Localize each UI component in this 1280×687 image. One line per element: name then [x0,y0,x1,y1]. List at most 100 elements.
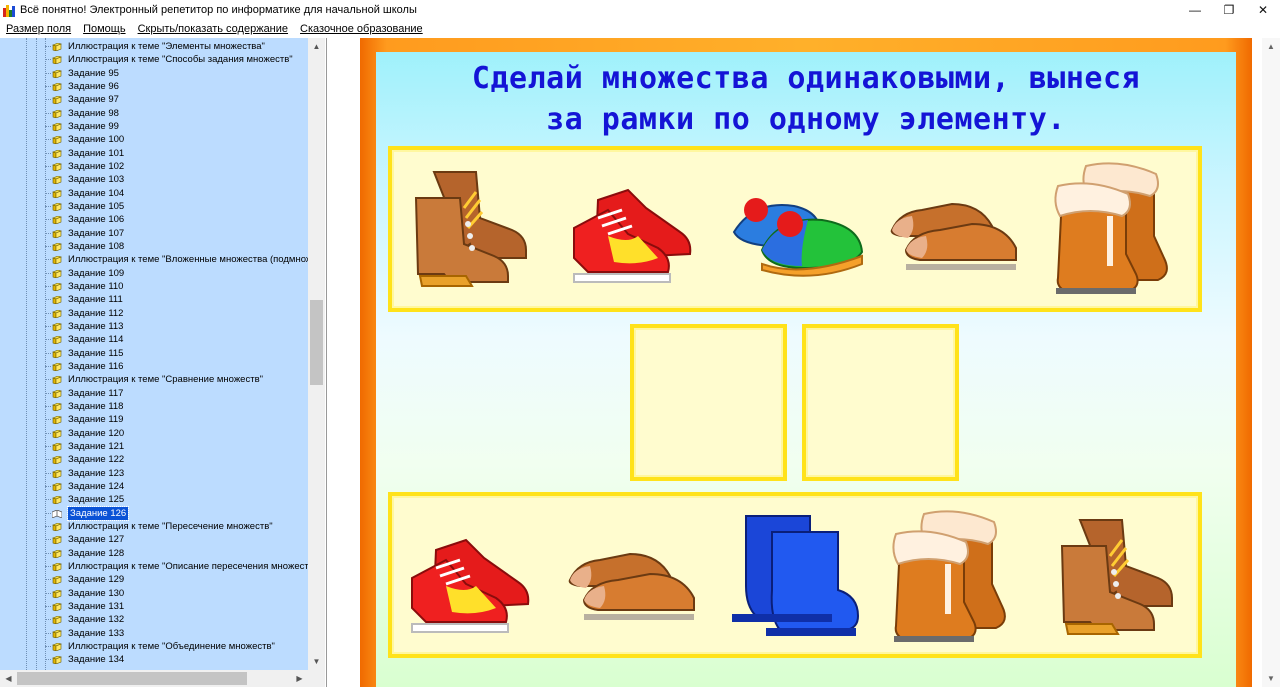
tree-item[interactable]: Задание 96 [52,80,119,93]
tree-item[interactable]: Задание 126 [52,506,130,521]
tree-vertical-scrollbar[interactable]: ▲ ▼ [308,38,325,670]
tree-item[interactable]: Задание 99 [52,120,119,133]
tree-item[interactable]: Иллюстрация к теме "Элементы множества" [52,40,265,53]
tree-item[interactable]: Задание 130 [52,587,124,600]
book-icon [52,82,62,91]
tree-item[interactable]: Задание 127 [52,533,124,546]
menu-help[interactable]: Помощь [77,23,132,35]
tree-item[interactable]: Задание 100 [52,133,124,146]
drop-slot-1[interactable] [630,324,787,481]
scroll-up-arrow-icon[interactable]: ▲ [308,38,325,55]
menu-field-size[interactable]: Размер поля [0,23,77,35]
sneakers-icon[interactable] [568,178,703,288]
tree-item[interactable]: Иллюстрация к теме "Описание пересечения… [52,560,308,573]
sneakers-icon[interactable] [406,528,541,638]
shoes-icon[interactable] [564,530,704,635]
tree-item[interactable]: Задание 110 [52,280,123,293]
tree-item[interactable]: Задание 116 [52,360,123,373]
tree-item[interactable]: Задание 101 [52,147,124,160]
scroll-down-arrow-icon[interactable]: ▼ [308,653,325,670]
tree-item[interactable]: Задание 108 [52,240,124,253]
tree-branch-line [45,366,51,367]
menu-fairy-education[interactable]: Сказочное образование [294,23,429,35]
tree-item[interactable]: Задание 102 [52,160,124,173]
tree-item[interactable]: Задание 114 [52,333,123,346]
tree-item[interactable]: Задание 131 [52,600,124,613]
tree-item[interactable]: Задание 134 [52,653,124,666]
task-title: Сделай множества одинаковыми, вынеся за … [376,58,1236,140]
tree-item[interactable]: Задание 115 [52,347,123,360]
tree-item[interactable]: Задание 123 [52,467,124,480]
tree-item[interactable]: Иллюстрация к теме "Вложенные множества … [52,253,308,266]
tree-item-label: Иллюстрация к теме "Пересечение множеств… [68,521,273,532]
tree-item[interactable]: Задание 103 [52,173,124,186]
tree-item[interactable]: Иллюстрация к теме "Сравнение множеств" [52,373,263,386]
tree-item[interactable]: Задание 119 [52,413,123,426]
tree-item[interactable]: Задание 106 [52,213,124,226]
tree-item[interactable]: Задание 95 [52,67,119,80]
tree-item[interactable]: Задание 107 [52,227,124,240]
tree-scroll-thumb[interactable] [310,300,323,385]
scroll-right-arrow-icon[interactable]: ▶ [291,670,308,687]
tree-item[interactable]: Иллюстрация к теме "Способы задания множ… [52,53,293,66]
scroll-left-arrow-icon[interactable]: ◀ [0,670,17,687]
book-icon [52,55,62,64]
tree-item-label: Задание 119 [68,414,124,425]
boots-icon[interactable] [1054,512,1184,642]
content-scroll-up-icon[interactable]: ▲ [1262,38,1280,55]
tree-branch-line [45,86,51,87]
book-icon [52,442,62,451]
tree-item[interactable]: Задание 104 [52,187,124,200]
tree-item[interactable]: Задание 117 [52,387,123,400]
tree-item[interactable]: Иллюстрация к теме "Объединение множеств… [52,640,275,653]
tree-item[interactable]: Иллюстрация к теме "Пересечение множеств… [52,520,273,533]
tree-item[interactable]: Задание 98 [52,107,119,120]
app-icon [3,4,16,17]
menu-toggle-contents[interactable]: Скрыть/показать содержание [132,23,294,35]
book-icon [52,162,62,171]
minimize-button[interactable]: — [1178,0,1212,20]
tree-item[interactable]: Задание 105 [52,200,124,213]
tree-item[interactable]: Задание 122 [52,453,124,466]
tree-item[interactable]: Задание 112 [52,307,123,320]
book-icon [52,122,62,131]
tree-item[interactable]: Задание 111 [52,293,123,306]
tree-item-label: Задание 105 [68,201,125,212]
fur-boots-icon[interactable] [1050,160,1190,300]
drop-slot-2[interactable] [802,324,959,481]
tree-item[interactable]: Задание 133 [52,627,124,640]
tree-item[interactable]: Задание 97 [52,93,119,106]
shoes-icon[interactable] [886,180,1026,285]
tree-branch-line [45,446,51,447]
boots-icon[interactable] [408,164,538,294]
task-board: Сделай множества одинаковыми, вынеся за … [376,52,1236,687]
tree-item[interactable]: Задание 124 [52,480,124,493]
tree-item[interactable]: Задание 128 [52,547,124,560]
book-icon [52,549,62,558]
slippers-icon[interactable] [726,184,866,284]
tree-item[interactable]: Задание 109 [52,267,124,280]
maximize-button[interactable]: ❐ [1212,0,1246,20]
content-scroll-down-icon[interactable]: ▼ [1262,670,1280,687]
content-vertical-scrollbar[interactable]: ▲ ▼ [1262,38,1280,687]
book-icon [52,615,62,624]
book-icon [52,402,62,411]
book-icon [52,175,62,184]
tree-branch-line [45,526,51,527]
tree-item[interactable]: Задание 129 [52,573,124,586]
tree-item-label: Задание 118 [68,401,124,412]
fur-boots-icon[interactable] [888,508,1028,648]
tree-hscroll-thumb[interactable] [17,672,247,685]
tree-branch-line [45,206,51,207]
tree-item[interactable]: Задание 121 [52,440,124,453]
tree-item[interactable]: Задание 120 [52,427,124,440]
tree-branch-line [45,59,51,60]
close-button[interactable]: ✕ [1246,0,1280,20]
tree-item[interactable]: Задание 118 [52,400,123,413]
tree-horizontal-scrollbar[interactable]: ◀ ▶ [0,670,308,687]
tree-item[interactable]: Задание 132 [52,613,124,626]
tree-item[interactable]: Задание 125 [52,493,124,506]
tree-item[interactable]: Задание 113 [52,320,123,333]
rubber-boots-icon[interactable] [726,510,861,642]
contents-panel: Иллюстрация к теме "Элементы множества" И… [0,38,327,687]
